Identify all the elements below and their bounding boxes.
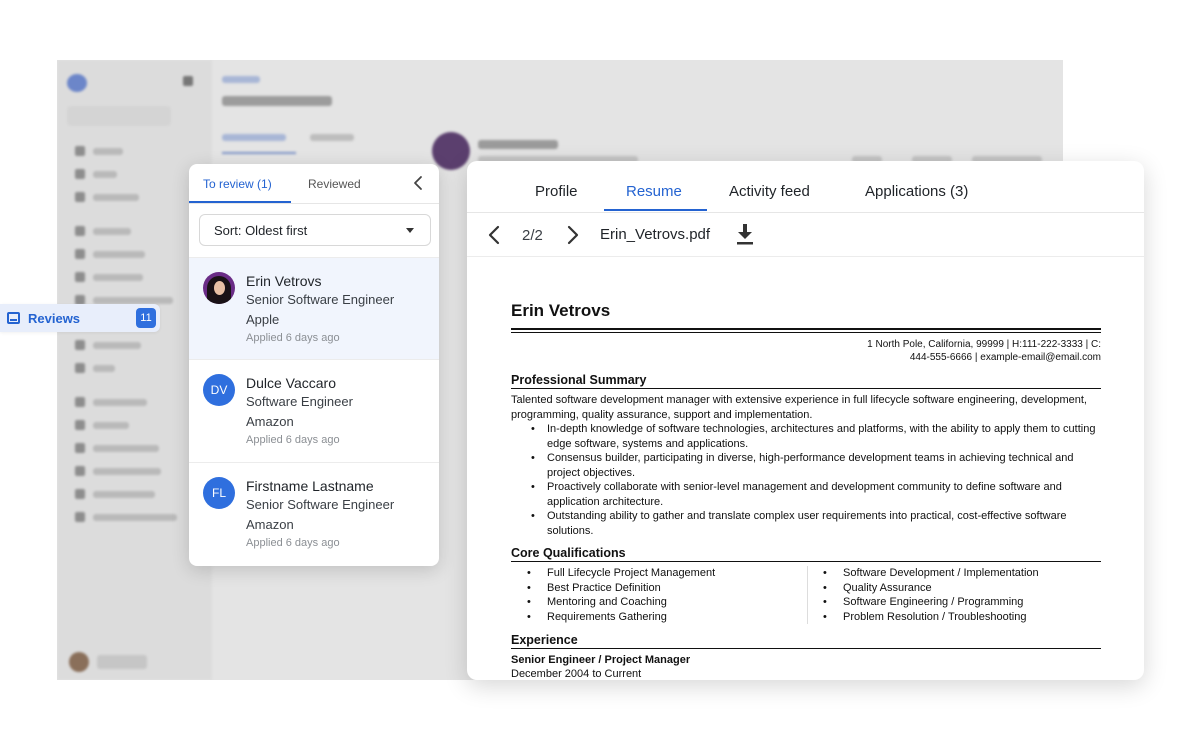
- list-item: Software Development / Implementation: [823, 566, 1101, 581]
- list-item: Software Engineering / Programming: [823, 595, 1101, 610]
- bg-nav-item: [75, 363, 115, 373]
- section-heading: Professional Summary: [511, 373, 647, 387]
- document-toolbar: 2/2 Erin_Vetrovs.pdf: [467, 213, 1144, 257]
- contact-line: 1 North Pole, California, 99999 | H:111-…: [867, 339, 1101, 350]
- section-heading: Core Qualifications: [511, 546, 626, 560]
- list-item: Quality Assurance: [823, 581, 1101, 596]
- column-divider: [807, 566, 808, 624]
- caret-down-icon: [406, 228, 414, 233]
- candidate-role: Senior Software Engineer: [246, 292, 395, 307]
- candidate-company: Amazon: [246, 517, 294, 532]
- summary-bullets: In-depth knowledge of software technolog…: [531, 422, 1099, 538]
- bg-nav-item: [75, 340, 141, 350]
- sort-label: Sort: Oldest first: [214, 222, 308, 238]
- divider: [511, 561, 1101, 562]
- candidate-name: Dulce Vaccaro: [246, 375, 337, 391]
- bg-nav-item: [75, 397, 147, 407]
- divider: [511, 388, 1101, 389]
- bg-nav-item: [75, 512, 177, 522]
- inbox-icon: [7, 312, 20, 324]
- bg-nav-item: [75, 443, 159, 453]
- candidate-name: Firstname Lastname: [246, 478, 374, 494]
- chevron-right-icon[interactable]: [566, 225, 580, 245]
- qualifications-left: Full Lifecycle Project Management Best P…: [527, 566, 797, 624]
- sort-select[interactable]: Sort: Oldest first: [199, 214, 431, 246]
- download-icon[interactable]: [735, 223, 755, 245]
- tab-activity-feed[interactable]: Activity feed: [729, 183, 810, 200]
- list-item: Outstanding ability to gather and transl…: [531, 509, 1099, 538]
- contact-line: 444-555-6666 | example-email@email.com: [909, 352, 1101, 363]
- candidate-role: Senior Software Engineer: [246, 497, 395, 512]
- candidate-row[interactable]: DV Dulce Vaccaro Software Engineer Amazo…: [189, 359, 439, 461]
- chevron-left-icon[interactable]: [411, 175, 425, 191]
- bg-nav-item: [75, 272, 143, 282]
- job-title: Senior Engineer / Project Manager: [511, 654, 691, 666]
- bg-nav-item: [75, 146, 123, 156]
- bg-nav-item: [75, 169, 117, 179]
- candidate-role: Software Engineer: [246, 394, 353, 409]
- candidate-row[interactable]: Erin Vetrovs Senior Software Engineer Ap…: [189, 257, 439, 359]
- sidebar-item-reviews[interactable]: Reviews 11: [0, 304, 160, 332]
- avatar: DV: [203, 374, 235, 406]
- tab-profile[interactable]: Profile: [535, 183, 578, 200]
- candidate-company: Apple: [246, 312, 280, 327]
- divider: [511, 332, 1101, 333]
- bg-nav-item: [75, 249, 145, 259]
- active-tab-indicator: [189, 201, 291, 203]
- avatar: [203, 272, 235, 304]
- detail-tabs: Profile Resume Activity feed Application…: [467, 161, 1144, 213]
- active-tab-indicator: [604, 209, 707, 211]
- list-item: Proactively collaborate with senior-leve…: [531, 480, 1099, 509]
- list-item: Best Practice Definition: [527, 581, 797, 596]
- divider: [511, 328, 1101, 330]
- candidate-applied-date: Applied 6 days ago: [246, 434, 340, 446]
- list-item: Mentoring and Coaching: [527, 595, 797, 610]
- background-search: [67, 106, 171, 126]
- tab-reviewed[interactable]: Reviewed: [308, 177, 361, 191]
- page-indicator: 2/2: [522, 227, 543, 244]
- divider: [511, 648, 1101, 649]
- candidate-detail-panel: Profile Resume Activity feed Application…: [467, 161, 1144, 680]
- collapse-icon: [183, 76, 193, 86]
- tab-applications[interactable]: Applications (3): [865, 183, 968, 200]
- file-name: Erin_Vetrovs.pdf: [600, 226, 711, 243]
- bg-nav-item: [75, 466, 161, 476]
- list-item: Problem Resolution / Troubleshooting: [823, 610, 1101, 625]
- summary-text: Talented software development manager wi…: [511, 394, 1087, 421]
- section-heading: Experience: [511, 633, 578, 647]
- chevron-left-icon[interactable]: [487, 225, 501, 245]
- tab-to-review[interactable]: To review (1): [203, 177, 272, 191]
- reviews-count-badge: 11: [136, 308, 156, 328]
- list-item: Requirements Gathering: [527, 610, 797, 625]
- list-item: Consensus builder, participating in dive…: [531, 451, 1099, 480]
- avatar: FL: [203, 477, 235, 509]
- list-item: In-depth knowledge of software technolog…: [531, 422, 1099, 451]
- tab-resume[interactable]: Resume: [626, 183, 682, 200]
- job-dates: December 2004 to Current: [511, 668, 642, 680]
- background-user: [69, 652, 147, 672]
- candidate-applied-date: Applied 6 days ago: [246, 537, 340, 549]
- bg-nav-item: [75, 226, 131, 236]
- candidate-applied-date: Applied 6 days ago: [246, 332, 340, 344]
- candidate-row[interactable]: FL Firstname Lastname Senior Software En…: [189, 462, 439, 564]
- resume-contact: 1 North Pole, California, 99999 | H:111-…: [801, 338, 1101, 364]
- app-logo-icon: [67, 74, 87, 92]
- candidate-name: Erin Vetrovs: [246, 273, 322, 289]
- bg-nav-item: [75, 489, 155, 499]
- review-tabs: To review (1) Reviewed: [189, 164, 439, 204]
- list-item: Full Lifecycle Project Management: [527, 566, 797, 581]
- candidate-list-panel: To review (1) Reviewed Sort: Oldest firs…: [189, 164, 439, 566]
- candidate-company: Amazon: [246, 414, 294, 429]
- bg-nav-item: [75, 420, 129, 430]
- resume-name: Erin Vetrovs: [511, 301, 611, 320]
- qualifications-right: Software Development / Implementation Qu…: [823, 566, 1101, 624]
- sidebar-item-label: Reviews: [28, 310, 81, 326]
- bg-nav-item: [75, 192, 139, 202]
